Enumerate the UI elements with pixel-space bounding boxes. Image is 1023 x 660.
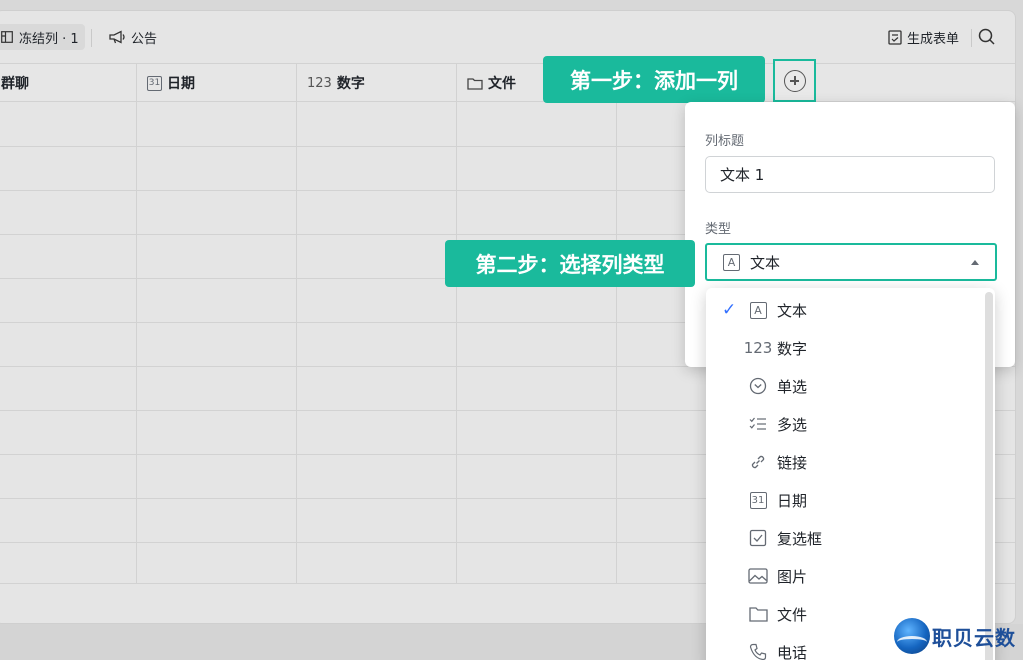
app-root: 冻结列 · 1 公告 生成表单 群聊 31 日期 123 数字 文件 第一步：添… — [0, 0, 1023, 660]
logo-text: 职贝云数 — [932, 625, 1016, 650]
caret-up-icon — [971, 260, 979, 265]
freeze-columns-button[interactable]: 冻结列 · 1 — [0, 24, 85, 50]
column-type-dropdown: ✓ A 文本 123 数字 单选 多选 链接 31 日期 复选框 图片 文件 电… — [706, 288, 995, 660]
folder-icon — [467, 77, 483, 90]
generate-form-button[interactable]: 生成表单 — [888, 24, 959, 50]
column-type-label: 类型 — [705, 222, 732, 237]
type-option-label: 电话 — [777, 643, 808, 660]
type-option-label: 多选 — [777, 415, 808, 434]
check-icon: ✓ — [722, 300, 737, 320]
add-column-button[interactable] — [773, 59, 816, 102]
step2-callout: 第二步：选择列类型 — [445, 240, 695, 287]
type-option-label: 图片 — [777, 567, 808, 586]
column-title-value: 文本 1 — [720, 166, 765, 184]
type-option-text[interactable]: ✓ A 文本 — [706, 291, 986, 329]
column-header-label: 日期 — [167, 76, 195, 92]
column-header-label: 数字 — [336, 76, 365, 92]
type-option-label: 文件 — [777, 605, 808, 624]
logo-mark-icon — [894, 618, 930, 654]
search-icon[interactable] — [977, 27, 997, 47]
text-type-icon: A — [748, 300, 768, 320]
watermark-logo: 职贝云数 — [894, 616, 1019, 656]
grid-column-line — [616, 102, 617, 583]
phone-icon — [748, 642, 768, 660]
number-type-icon: 123 — [743, 339, 773, 357]
chevron-circle-icon — [748, 376, 768, 396]
dropdown-scrollbar[interactable] — [985, 292, 993, 660]
freeze-icon — [1, 31, 13, 43]
step2-callout-text: 第二步：选择列类型 — [475, 252, 665, 277]
column-header-row: 群聊 31 日期 123 数字 文件 — [0, 63, 1015, 102]
type-option-label: 单选 — [777, 377, 808, 396]
notice-label: 公告 — [131, 31, 158, 47]
type-option-label: 文本 — [777, 301, 808, 320]
notice-button[interactable]: 公告 — [109, 24, 157, 50]
type-option-checkbox[interactable]: 复选框 — [706, 519, 986, 557]
freeze-label: 冻结列 · 1 — [19, 31, 79, 47]
type-option-label: 链接 — [777, 453, 808, 472]
toolbar-divider — [91, 29, 92, 47]
generate-form-label: 生成表单 — [906, 31, 959, 47]
form-icon — [888, 29, 902, 45]
column-header-group-chat[interactable]: 群聊 — [0, 64, 137, 102]
grid-column-line — [456, 102, 457, 583]
step1-callout: 第一步：添加一列 — [543, 56, 765, 103]
type-option-link[interactable]: 链接 — [706, 443, 986, 481]
grid-column-line — [296, 102, 297, 583]
folder-icon — [748, 604, 768, 624]
column-title-label: 列标题 — [705, 134, 745, 149]
toolbar: 冻结列 · 1 公告 生成表单 — [0, 11, 1015, 63]
type-option-image[interactable]: 图片 — [706, 557, 986, 595]
checkbox-icon — [748, 528, 768, 548]
type-option-label: 复选框 — [777, 529, 823, 548]
calendar-icon: 31 — [147, 75, 162, 91]
step1-callout-text: 第一步：添加一列 — [570, 68, 738, 93]
column-type-value: 文本 — [750, 253, 781, 272]
column-header-date[interactable]: 31 日期 — [137, 64, 297, 102]
column-title-input[interactable]: 文本 1 — [705, 156, 995, 193]
toolbar-divider-right — [971, 29, 972, 47]
plus-circle-icon — [783, 69, 806, 92]
column-type-select[interactable]: A 文本 — [705, 243, 997, 281]
number-icon: 123 — [307, 75, 332, 91]
megaphone-icon — [109, 30, 125, 44]
checklist-icon — [748, 414, 768, 434]
image-icon — [748, 566, 768, 586]
type-option-number[interactable]: 123 数字 — [706, 329, 986, 367]
type-option-label: 日期 — [777, 491, 808, 510]
type-option-date[interactable]: 31 日期 — [706, 481, 986, 519]
link-icon — [748, 452, 768, 472]
type-option-label: 数字 — [777, 339, 808, 358]
column-header-number[interactable]: 123 数字 — [297, 64, 457, 102]
calendar-icon: 31 — [748, 490, 768, 510]
type-option-single-select[interactable]: 单选 — [706, 367, 986, 405]
column-header-label: 群聊 — [1, 76, 29, 92]
text-type-icon: A — [723, 253, 740, 271]
grid-column-line — [136, 102, 137, 583]
column-header-label: 文件 — [488, 76, 516, 92]
type-option-multi-select[interactable]: 多选 — [706, 405, 986, 443]
